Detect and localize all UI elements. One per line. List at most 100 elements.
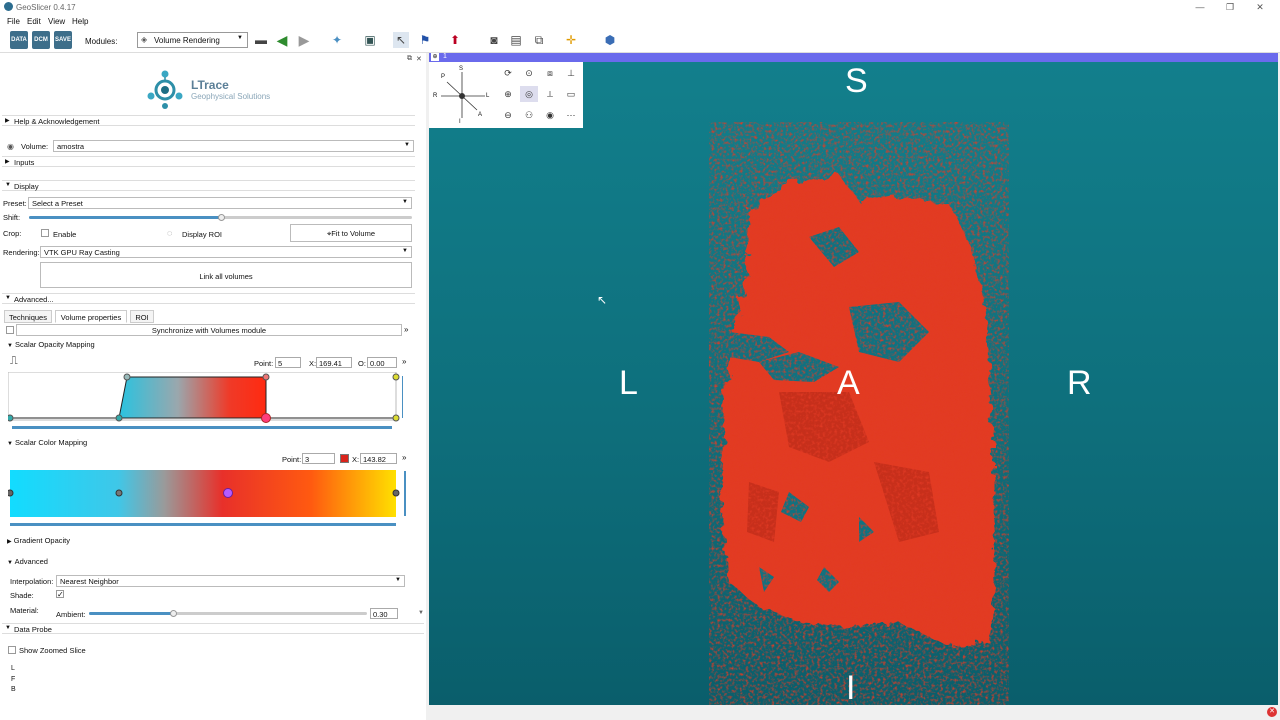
double-chevron-icon[interactable]: » <box>402 453 406 462</box>
section-data-probe[interactable]: ▼ Data Probe <box>2 623 424 634</box>
section-display[interactable]: ▼ Display <box>2 180 415 191</box>
shift-slider-handle[interactable] <box>218 214 225 221</box>
center-view-icon[interactable]: ⊙ <box>520 65 538 81</box>
section-help[interactable]: ▶ Help & Acknowledgement <box>2 115 415 126</box>
opacity-section-header[interactable]: ▼ Scalar Opacity Mapping <box>7 340 95 349</box>
rendering-selector[interactable]: VTK GPU Ray Casting ▼ <box>40 246 412 258</box>
orientation-anterior: A <box>837 364 860 402</box>
mouse-cursor-icon: ↖ <box>597 293 608 307</box>
module-selector[interactable]: Volume Rendering ▼ ◈ <box>137 32 248 48</box>
module-history-icon[interactable]: ▬ <box>253 32 269 48</box>
close-button[interactable]: ✕ <box>1245 0 1275 15</box>
crosshair-icon[interactable]: ✛ <box>563 32 579 48</box>
tab-volume-properties[interactable]: Volume properties <box>55 310 127 323</box>
toolbar: DATA DCM SAVE Modules: ⌕ Volume Renderin… <box>0 28 1280 72</box>
color-x-spin[interactable]: 143.82 <box>360 453 397 464</box>
volume-selector[interactable]: amostra ▼ <box>53 140 414 152</box>
chevron-down-icon: ▼ <box>5 182 11 188</box>
menu-file[interactable]: File <box>7 17 20 26</box>
color-point-label: Point: <box>282 455 302 464</box>
chevron-right-icon: ▶ <box>5 159 10 165</box>
mini-l: L <box>486 93 490 99</box>
forward-arrow-icon[interactable]: ▶ <box>296 32 312 48</box>
shift-label: Shift: <box>3 213 21 222</box>
interpolation-selector[interactable]: Nearest Neighbor ▼ <box>56 575 405 587</box>
crop-enable-checkbox[interactable] <box>41 229 49 237</box>
rotate-view-icon[interactable]: ◎ <box>520 86 538 102</box>
scene-view-icon[interactable]: ▤ <box>508 32 524 48</box>
save-button[interactable]: SAVE <box>54 31 72 49</box>
fiducial-icon[interactable]: ⚑ <box>417 32 433 48</box>
double-chevron-icon[interactable]: » <box>402 357 406 366</box>
people-icon[interactable]: ⚇ <box>520 107 538 123</box>
back-arrow-icon[interactable]: ◀ <box>274 32 290 48</box>
sync-checkbox[interactable] <box>6 326 14 334</box>
box-view-icon[interactable]: ⧈ <box>541 65 559 81</box>
opacity-function-icon: ⎍ <box>10 355 18 367</box>
color-swatch[interactable] <box>340 454 349 463</box>
visibility-icon[interactable]: ◉ <box>541 107 559 123</box>
pin-icon[interactable]: ⊕ <box>431 53 439 61</box>
zoom-in-icon[interactable]: ⊕ <box>499 86 517 102</box>
zoom-out-icon[interactable]: ⊖ <box>499 107 517 123</box>
menu-help[interactable]: Help <box>72 17 88 26</box>
minimize-button[interactable]: — <box>1185 0 1215 15</box>
opacity-transfer-function[interactable] <box>8 372 403 432</box>
capture-icon[interactable]: ⧉ <box>531 32 547 48</box>
stereo-icon[interactable]: ▭ <box>562 86 580 102</box>
3d-view[interactable]: S L A R I <box>429 62 1278 707</box>
markups-icon[interactable]: ⬆ <box>447 32 463 48</box>
color-transfer-function[interactable] <box>8 467 410 529</box>
more-options-icon[interactable]: ⋯ <box>562 107 580 123</box>
color-point-spin[interactable]: 3 <box>302 453 335 464</box>
panel-close-icon[interactable]: ✕ <box>416 55 422 63</box>
mini-s: S <box>459 66 464 72</box>
link-all-volumes-button[interactable]: Link all volumes <box>40 262 412 288</box>
extension-icon[interactable]: ✦ <box>329 32 345 48</box>
error-log-icon[interactable]: ✕ <box>1267 707 1277 717</box>
section-inputs[interactable]: ▶ Inputs <box>2 156 415 167</box>
panel-float-icon[interactable]: ⧉ <box>407 55 412 63</box>
preset-selector[interactable]: Select a Preset ▼ <box>28 197 412 209</box>
double-chevron-icon[interactable]: » <box>404 325 408 334</box>
title-bar: GeoSlicer 0.4.17 — ❐ ✕ <box>0 0 1280 15</box>
load-dicom-button[interactable]: DCM <box>32 31 50 49</box>
opacity-x-spin[interactable]: 169.41 <box>316 357 352 368</box>
tab-roi[interactable]: ROI <box>130 310 154 323</box>
shade-checkbox[interactable]: ✓ <box>56 590 64 599</box>
advanced-section-header[interactable]: ▼ Advanced <box>7 557 48 566</box>
crop-enable-label: Enable <box>53 230 77 239</box>
ambient-label: Ambient: <box>56 610 86 619</box>
fit-to-volume-button[interactable]: ⌖Fit to Volume <box>290 224 412 242</box>
menu-edit[interactable]: Edit <box>27 17 41 26</box>
volume-rendering-icon: ◈ <box>141 35 148 44</box>
section-advanced-dots[interactable]: ▼ Advanced... <box>2 293 415 304</box>
scroll-down-icon[interactable]: ▼ <box>418 610 424 616</box>
shift-slider-fill <box>29 216 221 219</box>
shade-label: Shade: <box>10 591 34 600</box>
opacity-o-spin[interactable]: 0.00 <box>367 357 397 368</box>
menu-bar: File Edit View Help <box>0 15 1280 28</box>
ambient-spin[interactable]: 0.30 <box>370 608 398 619</box>
ambient-slider-handle[interactable] <box>170 610 177 617</box>
menu-view[interactable]: View <box>48 17 65 26</box>
maximize-button[interactable]: ❐ <box>1215 0 1245 15</box>
show-zoomed-slice-checkbox[interactable] <box>8 646 16 654</box>
sync-volumes-button[interactable]: Synchronize with Volumes module <box>16 324 402 336</box>
pointer-icon[interactable]: ↖ <box>393 32 409 48</box>
axes-icon[interactable]: ⟂ <box>541 86 559 102</box>
gradient-section-header[interactable]: ▶ Gradient Opacity <box>7 536 70 545</box>
layout-icon[interactable]: ▣ <box>362 32 378 48</box>
view-controller-bar[interactable]: ⊕ 1 <box>429 53 1278 62</box>
screenshot-icon[interactable]: ◙ <box>486 32 502 48</box>
roi-eye-icon[interactable]: ◌ <box>167 228 172 238</box>
python-icon[interactable]: ⬢ <box>602 32 618 48</box>
display-roi-label[interactable]: Display ROI <box>182 230 222 239</box>
tab-techniques[interactable]: Techniques <box>4 310 52 323</box>
color-section-header[interactable]: ▼ Scalar Color Mapping <box>7 438 87 447</box>
ruler-icon[interactable]: ⊥ <box>562 65 580 81</box>
opacity-point-spin[interactable]: 5 <box>275 357 301 368</box>
spin-view-icon[interactable]: ⟳ <box>499 65 517 81</box>
load-data-button[interactable]: DATA <box>10 31 28 49</box>
chevron-down-icon: ▼ <box>5 625 11 631</box>
